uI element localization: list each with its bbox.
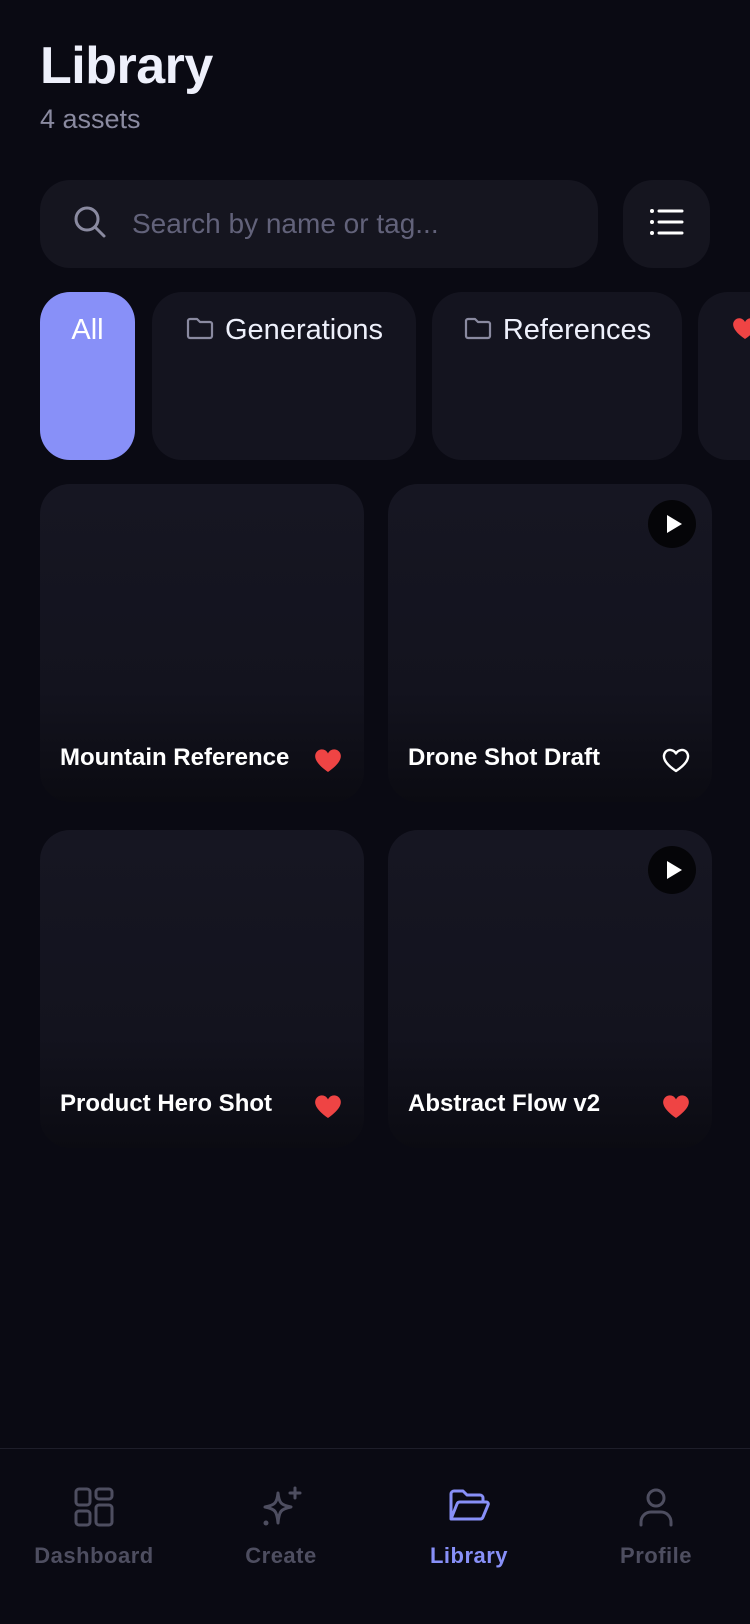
page-header: Library 4 assets [40, 36, 213, 136]
heart-filled-icon[interactable] [312, 1090, 344, 1122]
nav-create[interactable]: Create [187, 1485, 375, 1569]
asset-card[interactable]: Drone Shot Draft [388, 484, 712, 802]
search-icon [72, 204, 108, 245]
asset-title: Drone Shot Draft [408, 744, 600, 771]
bottom-nav: Dashboard Create Library Profile [0, 1448, 750, 1624]
nav-dashboard[interactable]: Dashboard [0, 1485, 188, 1569]
search-bar[interactable] [40, 180, 598, 268]
filter-chip-label: All [71, 313, 104, 346]
play-icon [666, 861, 682, 879]
folder-icon [185, 313, 225, 348]
heart-outline-icon[interactable] [660, 744, 692, 776]
nav-label: Profile [620, 1543, 692, 1568]
nav-label: Library [429, 1543, 509, 1568]
asset-card[interactable]: Product Hero Shot [40, 830, 364, 1148]
nav-profile[interactable]: Profile [562, 1485, 750, 1569]
list-icon [648, 203, 686, 246]
nav-label: Dashboard [34, 1543, 154, 1568]
heart-filled-icon[interactable] [312, 744, 344, 776]
nav-library[interactable]: Library [375, 1485, 563, 1569]
user-icon [639, 1488, 673, 1527]
asset-card[interactable]: Mountain Reference [40, 484, 364, 802]
folder-icon [463, 313, 503, 348]
filter-chip-label: Generations [225, 313, 383, 346]
video-badge [648, 500, 696, 548]
search-row [40, 180, 710, 268]
page-title: Library [40, 37, 213, 95]
asset-title: Product Hero Shot [60, 1090, 273, 1117]
dashboard-icon [74, 1487, 114, 1527]
asset-title: Abstract Flow v2 [408, 1090, 601, 1117]
sparkle-icon [263, 1486, 302, 1526]
filter-chips: All Generations References [40, 292, 750, 460]
search-input[interactable] [132, 208, 552, 240]
filter-chip-all[interactable]: All [40, 292, 135, 460]
play-icon [666, 515, 682, 533]
nav-label: Create [245, 1543, 317, 1568]
video-badge [648, 846, 696, 894]
list-view-button[interactable] [623, 180, 710, 268]
asset-card[interactable]: Abstract Flow v2 [388, 830, 712, 1148]
filter-chip-label: References [502, 313, 652, 346]
asset-title: Mountain Reference [60, 744, 290, 771]
filter-chip-favorites[interactable] [698, 292, 750, 460]
folder-open-icon [449, 1489, 490, 1521]
asset-count: 4 assets [40, 104, 141, 134]
heart-filled-icon[interactable] [660, 1090, 692, 1122]
filter-chip-generations[interactable]: Generations [152, 292, 416, 460]
filter-chip-references[interactable]: References [432, 292, 682, 460]
heart-icon [730, 313, 750, 348]
